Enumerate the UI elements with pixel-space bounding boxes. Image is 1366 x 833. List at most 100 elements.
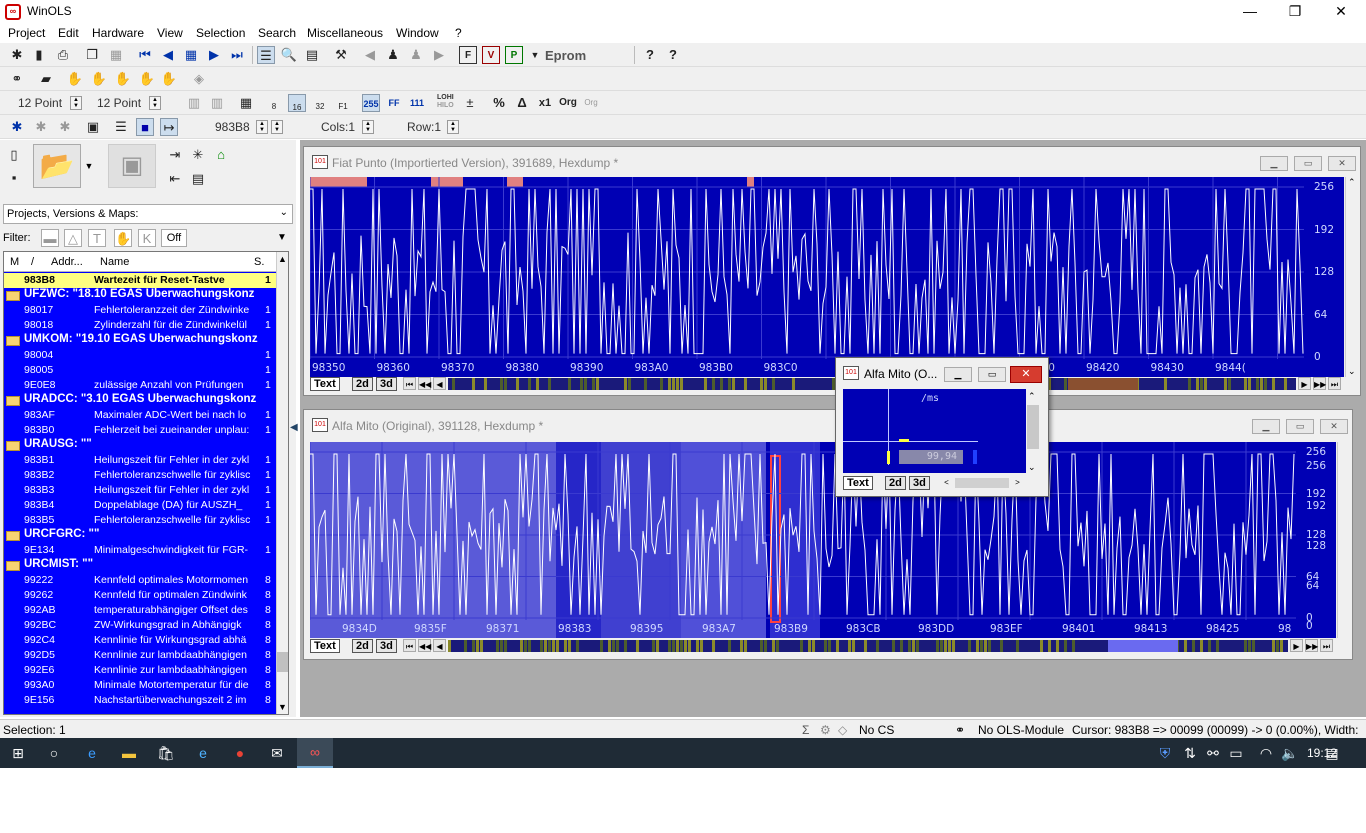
winols-taskbar-icon[interactable]: ∞	[297, 738, 333, 768]
win-minimize-button[interactable]: ▁	[1260, 156, 1288, 171]
minimize-button[interactable]: —	[1227, 0, 1273, 24]
popup-minimize-button[interactable]: ▁	[944, 367, 972, 382]
prev-icon[interactable]: ◀	[159, 46, 177, 64]
first-icon[interactable]: ⏮	[136, 46, 154, 64]
network-icon[interactable]: ⇅	[1180, 744, 1200, 762]
original-button[interactable]: Org	[559, 94, 577, 112]
hand2-icon[interactable]: ✋	[90, 70, 108, 88]
col-name[interactable]: Name	[100, 256, 129, 268]
nav-back-icon[interactable]: <	[940, 476, 953, 489]
menu-hardware[interactable]: Hardware	[92, 26, 144, 40]
table-row[interactable]: 9E0E8 zulässige Anzahl von Prüfungen 1	[4, 378, 276, 393]
folder-row[interactable]: URCFGRC: ""	[4, 528, 276, 543]
nav-back-icon[interactable]: ◀	[433, 377, 446, 390]
column2-icon[interactable]: ▥	[208, 94, 226, 112]
win-maximize-button[interactable]: ▭	[1294, 156, 1322, 171]
table-row[interactable]: 98018 Zylinderzahl für die Zündwinkelül 1	[4, 318, 276, 333]
properties-icon[interactable]: ▤	[189, 170, 207, 188]
table-row[interactable]: 983B1 Heilungszeit für Fehler in der zykl…	[4, 453, 276, 468]
tab-3d[interactable]: 3d	[376, 639, 397, 653]
percent-button[interactable]: %	[490, 94, 508, 112]
popup-value[interactable]: 99,94	[899, 450, 963, 464]
nav-forward-icon[interactable]: ▶	[1290, 639, 1303, 652]
container-icon[interactable]: ▣	[108, 144, 156, 188]
table-row[interactable]: 98004 1	[4, 348, 276, 363]
popup-maximize-button[interactable]: ▭	[978, 367, 1006, 382]
window-new-icon[interactable]: ❐	[83, 46, 101, 64]
lohi-button[interactable]: LOHI HILO	[437, 94, 454, 110]
cols-spinner[interactable]: ▲ ▼	[362, 120, 374, 134]
nav-prev-icon[interactable]: ◀◀	[418, 639, 431, 652]
edge-icon[interactable]: e	[82, 744, 102, 762]
tab-2d[interactable]: 2d	[352, 639, 373, 653]
scroll-up-icon[interactable]: ⌃	[1028, 391, 1036, 402]
save-icon[interactable]: ▪	[5, 169, 23, 187]
connect-icon[interactable]: ⚭	[8, 70, 26, 88]
store-icon[interactable]: 🛍	[156, 744, 176, 762]
mail-icon[interactable]: ✉	[267, 744, 287, 762]
filter-hand-icon[interactable]: ✋	[114, 229, 132, 247]
restore-button[interactable]: ❐	[1272, 0, 1318, 24]
folder-row[interactable]: URADCC: "3.10 EGAS Überwachungskonz	[4, 393, 276, 408]
font-size-2-spinner[interactable]: ▲ ▼	[149, 96, 161, 110]
popup-hscroll-thumb[interactable]	[955, 478, 1009, 488]
map-icon[interactable]: ▰	[37, 70, 55, 88]
file-explorer-icon[interactable]: ▬	[119, 744, 139, 762]
v-box-icon[interactable]: V	[482, 46, 500, 64]
table-row[interactable]: 99222 Kennfeld optimales Motormomen 8	[4, 573, 276, 588]
overview-viewport[interactable]	[1108, 640, 1178, 652]
nav-prev-icon[interactable]: ◀◀	[418, 377, 431, 390]
battery-icon[interactable]: ▭	[1226, 744, 1246, 762]
table-row[interactable]: 983B3 Heilungszeit für Fehler in der zykl…	[4, 483, 276, 498]
filter-ruler-icon[interactable]: ▬	[41, 229, 59, 247]
f-box-icon[interactable]: F	[459, 46, 477, 64]
col-s[interactable]: S.	[254, 256, 264, 268]
original-diff-button[interactable]: Org	[582, 94, 600, 112]
col-m[interactable]: M	[10, 256, 19, 268]
win-maximize-button[interactable]: ▭	[1286, 419, 1314, 434]
column-icon[interactable]: ▥	[185, 94, 203, 112]
print-icon[interactable]: ⎙	[54, 46, 72, 64]
win-minimize-button[interactable]: ▁	[1252, 419, 1280, 434]
binary-button[interactable]: 111	[408, 94, 426, 112]
font-size-2[interactable]: 12 Point	[97, 96, 141, 110]
nav-forward-icon[interactable]: >	[1011, 476, 1024, 489]
folder-row[interactable]: UFZWC: "18.10 EGAS Überwachungskonz	[4, 288, 276, 303]
table-row[interactable]: 992C4 Kennlinie für Wirkungsgrad abhä 8	[4, 633, 276, 648]
menu-search[interactable]: Search	[258, 26, 296, 40]
table-row[interactable]: 99262 Kennfeld für optimalen Zündwink 8	[4, 588, 276, 603]
scroll-down-icon[interactable]: ⌄	[1348, 366, 1356, 377]
hexdump-window-fiat[interactable]: 101 Fiat Punto (Importierted Version), 3…	[303, 146, 1361, 396]
map-tool2-icon[interactable]: ✱	[56, 118, 74, 136]
table-row[interactable]: 98017 Fehlertoleranzzeit der Zündwinke 1	[4, 303, 276, 318]
person-down-icon[interactable]: ♟	[407, 46, 425, 64]
popup-vscroll[interactable]: ⌃ ⌄	[1026, 389, 1040, 473]
menu-project[interactable]: Project	[8, 26, 45, 40]
scroll-up-icon[interactable]: ▲	[278, 254, 287, 264]
usb-icon[interactable]: ⚯	[1203, 744, 1223, 762]
hex-button[interactable]: FF	[385, 94, 403, 112]
menu-edit[interactable]: Edit	[58, 26, 79, 40]
search-icon[interactable]: 🔍	[280, 46, 298, 64]
open-folder-icon[interactable]: 📂	[33, 144, 81, 188]
scroll-down-icon[interactable]: ⌄	[1028, 462, 1036, 473]
context-help-icon[interactable]: ?	[664, 46, 682, 64]
map-tool1-icon[interactable]: ✱	[32, 118, 50, 136]
popup-window-alfa[interactable]: 101 Alfa Mito (O... ▁ ▭ ✕ /ms 99,94 ⌃ ⌄ …	[835, 357, 1049, 497]
filter-triangle-icon[interactable]: △	[64, 229, 82, 247]
tab-text[interactable]: Text	[310, 639, 340, 653]
bits-16-button[interactable]: 16	[288, 94, 306, 112]
chevron-down-icon[interactable]: ▼	[526, 46, 544, 64]
import-icon[interactable]: ⇥	[166, 146, 184, 164]
help-icon[interactable]: ?	[641, 46, 659, 64]
windows-start-icon[interactable]: ⊞	[8, 744, 28, 762]
new-project-icon[interactable]: ▯	[5, 146, 23, 164]
graph-vscroll[interactable]	[1337, 442, 1351, 638]
grid-icon[interactable]: ▦	[182, 46, 200, 64]
export-icon[interactable]: ⇤	[166, 170, 184, 188]
table-row[interactable]: 983AF Maximaler ADC-Wert bei nach lo 1	[4, 408, 276, 423]
table-row[interactable]: 983B5 Fehlertoleranzschwelle für zyklisc 1	[4, 513, 276, 528]
popup-plot[interactable]: /ms 99,94	[843, 389, 1026, 473]
hand3-icon[interactable]: ✋	[114, 70, 132, 88]
delta-icon[interactable]: Δ	[513, 94, 531, 112]
